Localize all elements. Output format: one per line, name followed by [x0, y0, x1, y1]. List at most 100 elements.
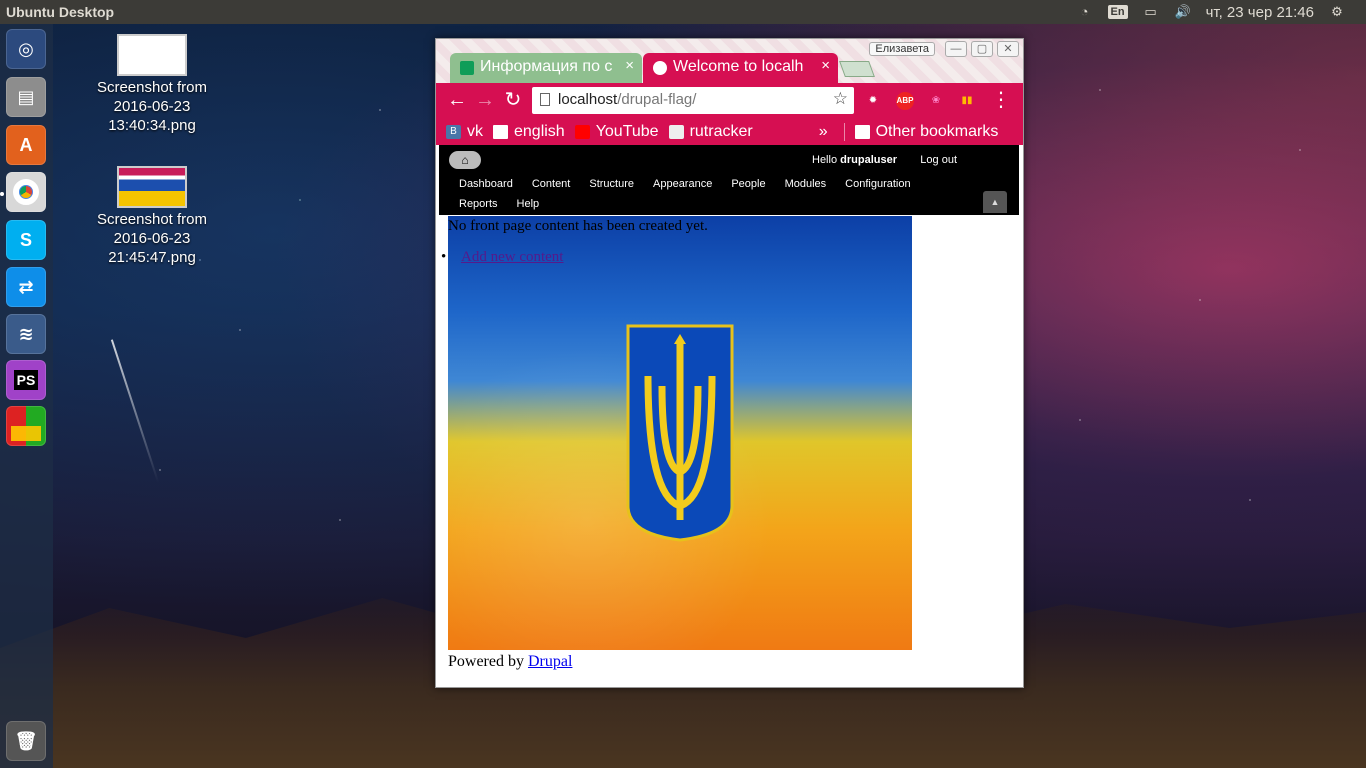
- chrome-button[interactable]: [6, 172, 46, 212]
- desktop-file[interactable]: Screenshot from 2016-06-23 21:45:47.png: [87, 166, 217, 267]
- chrome-icon: [13, 179, 39, 205]
- bookmark-rutracker[interactable]: rutracker: [668, 123, 753, 141]
- url-host: localhost: [558, 91, 618, 108]
- battery-icon[interactable]: ▭: [1142, 5, 1160, 19]
- desktop-file-label: Screenshot from 2016-06-23 13:40:34.png: [96, 79, 208, 134]
- powered-by: Powered by Drupal: [448, 653, 572, 671]
- maximize-button[interactable]: ▢: [971, 41, 993, 57]
- drupal-toolbar: ⌂ Hello drupaluser Log out Dashboard Cont…: [439, 145, 1019, 215]
- audio-icon[interactable]: ▮▮: [958, 92, 976, 110]
- bookmark-english[interactable]: english: [493, 123, 565, 141]
- trident-emblem-icon: [626, 324, 734, 542]
- phpstorm-button[interactable]: PS: [6, 360, 46, 400]
- gear-icon[interactable]: ⚙: [1328, 5, 1346, 19]
- keyboard-layout-indicator[interactable]: En: [1107, 5, 1128, 19]
- teamviewer-button[interactable]: ⇄: [6, 267, 46, 307]
- trash-icon: 🗑: [14, 730, 38, 751]
- vk-icon: B: [446, 125, 461, 139]
- wallpaper-meteor: [110, 339, 160, 483]
- home-icon[interactable]: ⌂: [449, 151, 481, 169]
- software-center-button[interactable]: A: [6, 125, 46, 165]
- close-button[interactable]: ✕: [997, 41, 1019, 57]
- username[interactable]: drupaluser: [840, 154, 897, 166]
- bookmark-vk[interactable]: B vk: [446, 123, 483, 141]
- workspaces-button[interactable]: [6, 406, 46, 446]
- drupal-icon: [653, 61, 667, 75]
- menu-structure[interactable]: Structure: [589, 174, 634, 194]
- sheets-icon: [460, 61, 474, 75]
- menu-appearance[interactable]: Appearance: [653, 174, 712, 194]
- bookmark-label: Other bookmarks: [875, 123, 999, 140]
- menu-content[interactable]: Content: [532, 174, 571, 194]
- close-icon[interactable]: ×: [821, 57, 830, 74]
- paw-icon[interactable]: ❀: [927, 92, 945, 110]
- phpstorm-icon: PS: [13, 370, 39, 390]
- drupal-link[interactable]: Drupal: [528, 653, 572, 670]
- image-thumbnail-icon: [117, 166, 187, 208]
- new-tab-button[interactable]: [839, 61, 875, 77]
- wifi-icon[interactable]: ◔: [1076, 5, 1094, 19]
- teamviewer-icon: ⇄: [18, 276, 34, 297]
- back-button[interactable]: ←: [446, 89, 468, 111]
- ubuntu-logo-icon: ◎: [18, 38, 34, 59]
- logout-link[interactable]: Log out: [920, 154, 957, 166]
- bookmark-label: english: [514, 123, 565, 140]
- address-bar[interactable]: localhost/drupal-flag/ ☆: [532, 87, 854, 114]
- folder-icon: [854, 125, 870, 139]
- clock[interactable]: чт, 23 чер 21:46: [1206, 4, 1314, 21]
- shopping-bag-icon: A: [19, 134, 33, 155]
- launcher: ◎ ▤ A S ⇄ ≋ PS 🗑: [0, 24, 53, 768]
- add-content-link[interactable]: Add new content: [441, 249, 564, 266]
- files-button[interactable]: ▤: [6, 77, 46, 117]
- volume-icon[interactable]: 🔊: [1174, 5, 1192, 19]
- extension-gear-icon[interactable]: ✹: [864, 92, 882, 110]
- menu-icon[interactable]: ⋮: [990, 89, 1012, 111]
- close-icon[interactable]: ×: [625, 57, 634, 74]
- star-icon[interactable]: ☆: [833, 89, 848, 109]
- trash-button[interactable]: 🗑: [6, 721, 46, 761]
- profile-button[interactable]: Елизавета: [869, 42, 935, 56]
- bookmarks-overflow-button[interactable]: »: [819, 123, 828, 141]
- forward-button[interactable]: →: [474, 89, 496, 111]
- page-icon: [540, 93, 550, 106]
- tab-title: Информация по с: [480, 58, 613, 75]
- panel-title: Ubuntu Desktop: [6, 4, 115, 20]
- no-content-message: No front page content has been created y…: [448, 218, 708, 234]
- tab-title: Welcome to localh: [673, 58, 804, 75]
- browser-toolbar: ← → ↻ localhost/drupal-flag/ ☆ ✹ ABP ❀ ▮…: [436, 83, 1023, 119]
- ubuntu-dash-button[interactable]: ◎: [6, 29, 46, 69]
- mysql-workbench-button[interactable]: ≋: [6, 314, 46, 354]
- image-thumbnail-icon: [117, 34, 187, 76]
- other-bookmarks[interactable]: Other bookmarks: [843, 123, 999, 141]
- adblock-icon[interactable]: ABP: [896, 92, 914, 110]
- browser-window: Елизавета — ▢ ✕ Информация по с × Welcom…: [435, 38, 1024, 688]
- menu-reports[interactable]: Reports: [459, 194, 498, 214]
- tab-active[interactable]: Welcome to localh ×: [643, 53, 838, 83]
- browser-titlebar[interactable]: Елизавета — ▢ ✕ Информация по с × Welcom…: [436, 39, 1023, 83]
- running-indicator: [0, 192, 4, 196]
- menu-people[interactable]: People: [731, 174, 765, 194]
- user-greeting: Hello drupaluser: [812, 154, 897, 166]
- reload-button[interactable]: ↻: [502, 89, 524, 111]
- dolphin-icon: ≋: [18, 323, 34, 344]
- desktop-file[interactable]: Screenshot from 2016-06-23 13:40:34.png: [87, 34, 217, 135]
- panel-indicators: ◔ En ▭ 🔊 чт, 23 чер 21:46 ⚙: [1076, 0, 1366, 24]
- bookmark-label: YouTube: [595, 123, 659, 140]
- folder-icon: [493, 125, 508, 139]
- background-flag-image: [448, 216, 912, 650]
- skype-button[interactable]: S: [6, 220, 46, 260]
- shortcuts-toggle[interactable]: ▲: [983, 191, 1007, 213]
- tab-info[interactable]: Информация по с ×: [450, 53, 642, 83]
- file-cabinet-icon: ▤: [17, 86, 35, 107]
- menu-dashboard[interactable]: Dashboard: [459, 174, 513, 194]
- skype-icon: S: [19, 229, 32, 250]
- menu-help[interactable]: Help: [517, 194, 540, 214]
- bookmark-youtube[interactable]: YouTube: [574, 123, 659, 141]
- rutracker-icon: [668, 125, 684, 139]
- menu-modules[interactable]: Modules: [785, 174, 827, 194]
- top-panel: Ubuntu Desktop ◔ En ▭ 🔊 чт, 23 чер 21:46…: [0, 0, 1366, 24]
- minimize-button[interactable]: —: [945, 41, 967, 57]
- powered-prefix: Powered by: [448, 653, 524, 670]
- desktop-file-label: Screenshot from 2016-06-23 21:45:47.png: [96, 211, 208, 266]
- menu-configuration[interactable]: Configuration: [845, 174, 910, 194]
